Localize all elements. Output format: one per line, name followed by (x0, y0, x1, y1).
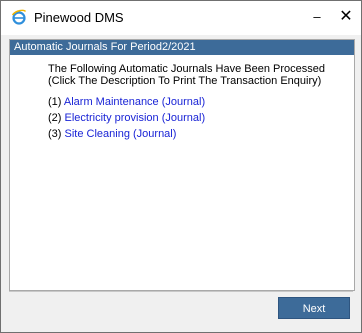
section-header: Automatic Journals For Period2/2021 (10, 40, 354, 55)
close-button[interactable]: ✕ (336, 7, 356, 27)
window-title: Pinewood DMS (34, 10, 124, 25)
journal-list: (1) Alarm Maintenance (Journal) (2) Elec… (48, 96, 205, 144)
content-panel: Automatic Journals For Period2/2021 The … (9, 39, 355, 291)
journal-number: (2) (48, 112, 62, 124)
list-item: (1) Alarm Maintenance (Journal) (48, 96, 205, 112)
next-button[interactable]: Next (278, 297, 350, 319)
title-bar: Pinewood DMS – ✕ (1, 1, 361, 35)
journal-link-alarm-maintenance[interactable]: Alarm Maintenance (Journal) (64, 96, 205, 108)
journal-link-site-cleaning[interactable]: Site Cleaning (Journal) (65, 128, 177, 140)
list-item: (3) Site Cleaning (Journal) (48, 128, 205, 144)
app-window: Pinewood DMS – ✕ Automatic Journals For … (0, 0, 362, 333)
intro-text: The Following Automatic Journals Have Be… (48, 63, 325, 87)
list-item: (2) Electricity provision (Journal) (48, 112, 205, 128)
journal-link-electricity-provision[interactable]: Electricity provision (Journal) (65, 112, 206, 124)
intro-line-2: (Click The Description To Print The Tran… (48, 75, 322, 87)
journal-number: (3) (48, 128, 62, 140)
ie-browser-icon (11, 9, 27, 25)
minimize-button[interactable]: – (307, 10, 327, 25)
intro-line-1: The Following Automatic Journals Have Be… (48, 63, 325, 75)
journal-number: (1) (48, 96, 62, 108)
footer-divider (9, 291, 353, 292)
